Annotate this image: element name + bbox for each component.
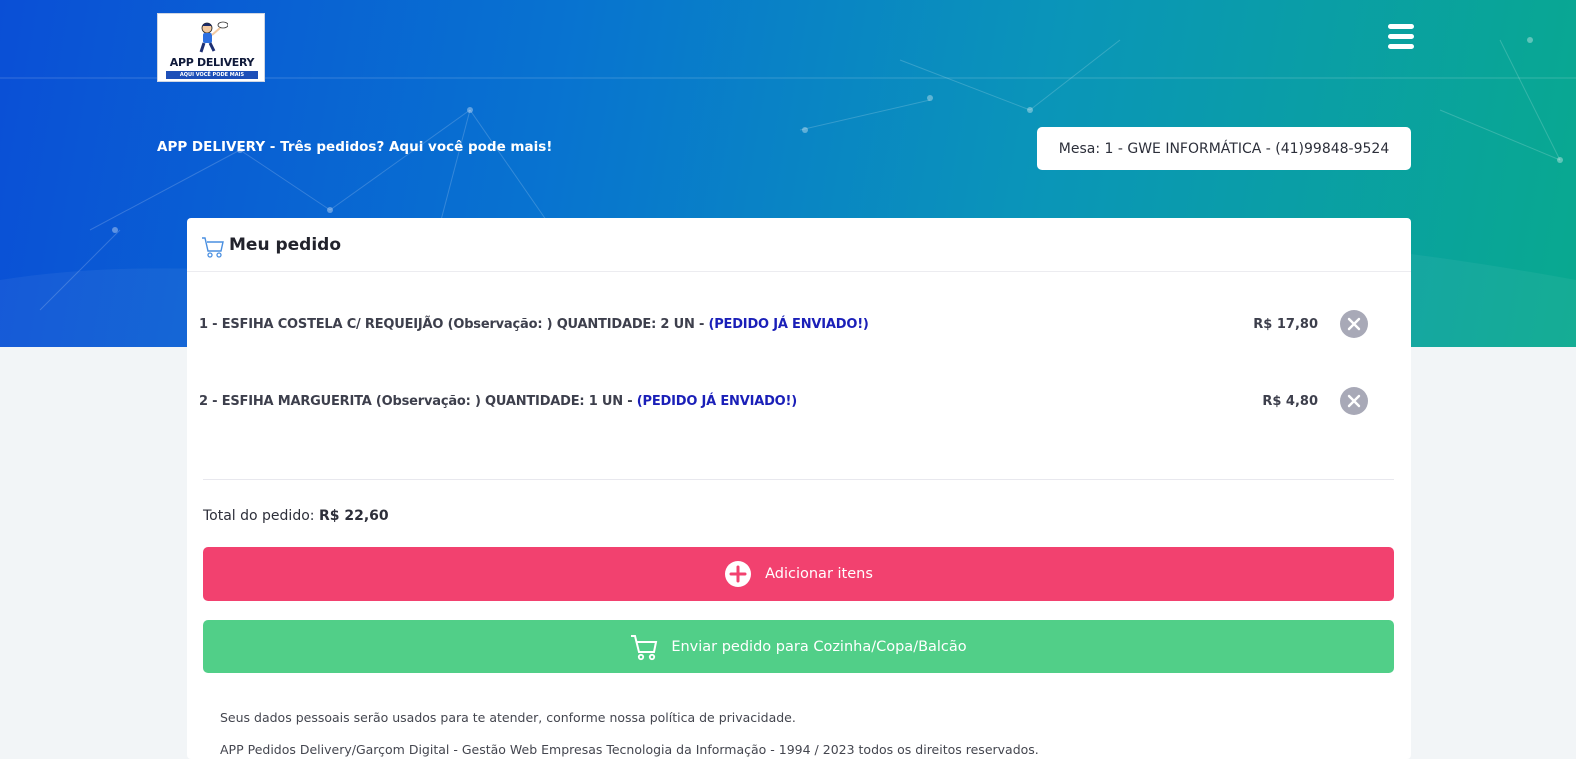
delivery-mascot-icon <box>199 21 228 53</box>
order-total: Total do pedido: R$ 22,60 <box>203 508 389 524</box>
remove-item-button[interactable] <box>1340 387 1368 415</box>
divider <box>203 479 1394 480</box>
menu-icon <box>1386 24 1416 49</box>
order-item-price: R$ 4,80 <box>1262 394 1318 409</box>
send-order-label: Enviar pedido para Cozinha/Copa/Balcão <box>671 638 967 655</box>
logo-subtitle: AQUI VOCÊ PODE MAIS <box>166 71 258 79</box>
order-total-label: Total do pedido: <box>203 508 319 524</box>
order-total-value: R$ 22,60 <box>318 508 389 524</box>
app-logo[interactable]: APP DELIVERY AQUI VOCÊ PODE MAIS <box>157 13 265 82</box>
menu-button[interactable] <box>1386 24 1416 52</box>
tagline: APP DELIVERY - Três pedidos? Aqui você p… <box>157 139 553 155</box>
order-title: Meu pedido <box>229 234 342 255</box>
cart-icon <box>202 236 224 258</box>
order-item-status: (PEDIDO JÁ ENVIADO!) <box>708 317 869 332</box>
order-item-status: (PEDIDO JÁ ENVIADO!) <box>636 394 797 409</box>
order-item-description: 1 - ESFIHA COSTELA C/ REQUEIJÃO (Observa… <box>199 317 709 332</box>
add-items-button[interactable]: Adicionar itens <box>203 547 1394 601</box>
order-item-text: 2 - ESFIHA MARGUERITA (Observação: ) QUA… <box>199 394 797 409</box>
close-icon <box>1347 317 1361 331</box>
plus-circle-icon <box>724 560 752 588</box>
order-item-price: R$ 17,80 <box>1253 317 1318 332</box>
order-card: Meu pedido 1 - ESFIHA COSTELA C/ REQUEIJ… <box>187 218 1411 759</box>
order-card-header: Meu pedido <box>187 218 1411 272</box>
remove-item-button[interactable] <box>1340 310 1368 338</box>
send-order-button[interactable]: Enviar pedido para Cozinha/Copa/Balcão <box>203 620 1394 673</box>
logo-title: APP DELIVERY <box>169 56 255 69</box>
table-info-badge: Mesa: 1 - GWE INFORMÁTICA - (41)99848-95… <box>1037 127 1411 170</box>
close-icon <box>1347 394 1361 408</box>
privacy-notice: Seus dados pessoais serão usados para te… <box>220 710 796 725</box>
add-items-label: Adicionar itens <box>765 566 873 582</box>
list-item: 1 - ESFIHA COSTELA C/ REQUEIJÃO (Observa… <box>199 310 1399 340</box>
copyright-notice: APP Pedidos Delivery/Garçom Digital - Ge… <box>220 742 1039 757</box>
order-item-text: 1 - ESFIHA COSTELA C/ REQUEIJÃO (Observa… <box>199 317 869 332</box>
order-item-description: 2 - ESFIHA MARGUERITA (Observação: ) QUA… <box>199 394 637 409</box>
cart-icon <box>630 633 658 661</box>
list-item: 2 - ESFIHA MARGUERITA (Observação: ) QUA… <box>199 387 1399 417</box>
